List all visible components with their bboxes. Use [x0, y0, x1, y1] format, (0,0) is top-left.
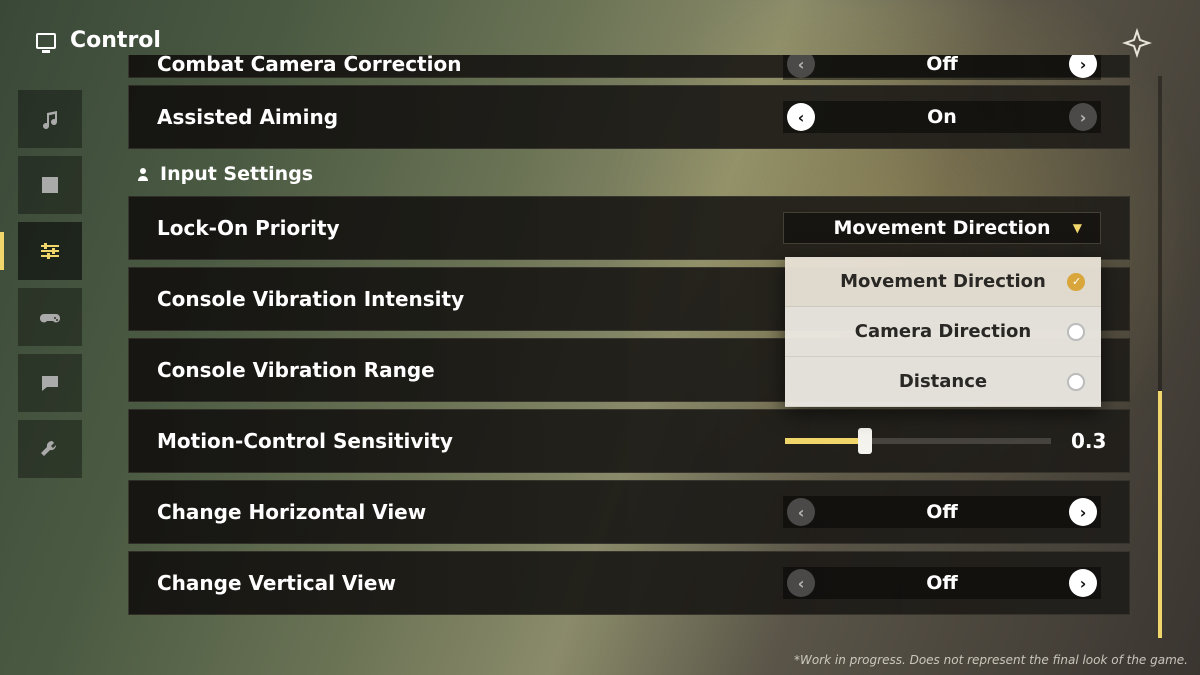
selector-value: On	[927, 106, 957, 128]
arrow-left-icon[interactable]: ‹	[787, 55, 815, 78]
setting-row-combat-camera[interactable]: Combat Camera Correction ‹ Off ›	[128, 55, 1130, 78]
image-icon	[38, 173, 62, 197]
dropdown-value: Movement Direction	[833, 217, 1050, 239]
setting-row-motion-sensitivity[interactable]: Motion-Control Sensitivity 0.3	[128, 409, 1130, 473]
scrollbar-thumb[interactable]	[1158, 391, 1162, 638]
dropdown-option-camera[interactable]: Camera Direction	[785, 307, 1101, 357]
radio-checked-icon	[1067, 273, 1085, 291]
sensitivity-slider[interactable]	[785, 438, 1051, 444]
value-selector: ‹ Off ›	[783, 567, 1101, 599]
sidebar	[18, 90, 82, 478]
arrow-right-icon[interactable]: ›	[1069, 569, 1097, 597]
value-selector: ‹ Off ›	[783, 496, 1101, 528]
chevron-down-icon: ▼	[1073, 221, 1082, 235]
arrow-left-icon[interactable]: ‹	[787, 498, 815, 526]
dropdown-option-movement[interactable]: Movement Direction	[785, 257, 1101, 307]
selector-value: Off	[926, 572, 958, 594]
setting-label: Assisted Aiming	[157, 105, 783, 129]
dropdown-lock-on[interactable]: Movement Direction ▼	[783, 212, 1101, 244]
person-icon	[136, 167, 150, 181]
monitor-icon	[36, 33, 56, 49]
setting-row-change-vertical[interactable]: Change Vertical View ‹ Off ›	[128, 551, 1130, 615]
sidebar-item-gamepad[interactable]	[18, 288, 82, 346]
setting-row-lock-on[interactable]: Lock-On Priority Movement Direction ▼ Mo…	[128, 196, 1130, 260]
section-header-input: Input Settings	[128, 156, 1130, 192]
slider-fill	[785, 438, 865, 444]
setting-row-assisted-aiming[interactable]: Assisted Aiming ‹ On ›	[128, 85, 1130, 149]
gamepad-icon	[38, 305, 62, 329]
header: Control	[36, 28, 161, 53]
sidebar-item-tools[interactable]	[18, 420, 82, 478]
arrow-right-icon[interactable]: ›	[1069, 55, 1097, 78]
close-icon	[1122, 28, 1152, 58]
scrollbar[interactable]	[1158, 76, 1162, 638]
radio-unchecked-icon	[1067, 373, 1085, 391]
option-label: Movement Direction	[840, 271, 1046, 292]
setting-row-change-horizontal[interactable]: Change Horizontal View ‹ Off ›	[128, 480, 1130, 544]
music-icon	[38, 107, 62, 131]
setting-label: Change Horizontal View	[157, 500, 783, 524]
setting-label: Change Vertical View	[157, 571, 783, 595]
chat-icon	[38, 371, 62, 395]
value-selector: ‹ Off ›	[783, 55, 1101, 80]
setting-label: Motion-Control Sensitivity	[157, 429, 785, 453]
sliders-icon	[38, 239, 62, 263]
wrench-icon	[38, 437, 62, 461]
page-title: Control	[70, 28, 161, 53]
selector-value: Off	[926, 55, 958, 75]
sidebar-item-chat[interactable]	[18, 354, 82, 412]
close-button[interactable]	[1122, 28, 1152, 58]
dropdown-option-distance[interactable]: Distance	[785, 357, 1101, 407]
sidebar-item-audio[interactable]	[18, 90, 82, 148]
radio-unchecked-icon	[1067, 323, 1085, 341]
sidebar-item-display[interactable]	[18, 156, 82, 214]
setting-label: Combat Camera Correction	[157, 55, 783, 76]
dropdown-menu: Movement Direction Camera Direction Dist…	[785, 257, 1101, 407]
option-label: Camera Direction	[855, 321, 1031, 342]
selector-value: Off	[926, 501, 958, 523]
arrow-left-icon[interactable]: ‹	[787, 103, 815, 131]
arrow-right-icon[interactable]: ›	[1069, 103, 1097, 131]
option-label: Distance	[899, 371, 987, 392]
slider-value: 0.3	[1071, 429, 1101, 453]
arrow-right-icon[interactable]: ›	[1069, 498, 1097, 526]
section-title: Input Settings	[160, 163, 313, 185]
arrow-left-icon[interactable]: ‹	[787, 569, 815, 597]
slider-thumb[interactable]	[858, 428, 872, 454]
sidebar-item-control[interactable]	[18, 222, 82, 280]
value-selector: ‹ On ›	[783, 101, 1101, 133]
disclaimer-text: *Work in progress. Does not represent th…	[794, 653, 1188, 667]
settings-list: Combat Camera Correction ‹ Off › Assiste…	[128, 55, 1130, 640]
setting-label: Lock-On Priority	[157, 216, 783, 240]
